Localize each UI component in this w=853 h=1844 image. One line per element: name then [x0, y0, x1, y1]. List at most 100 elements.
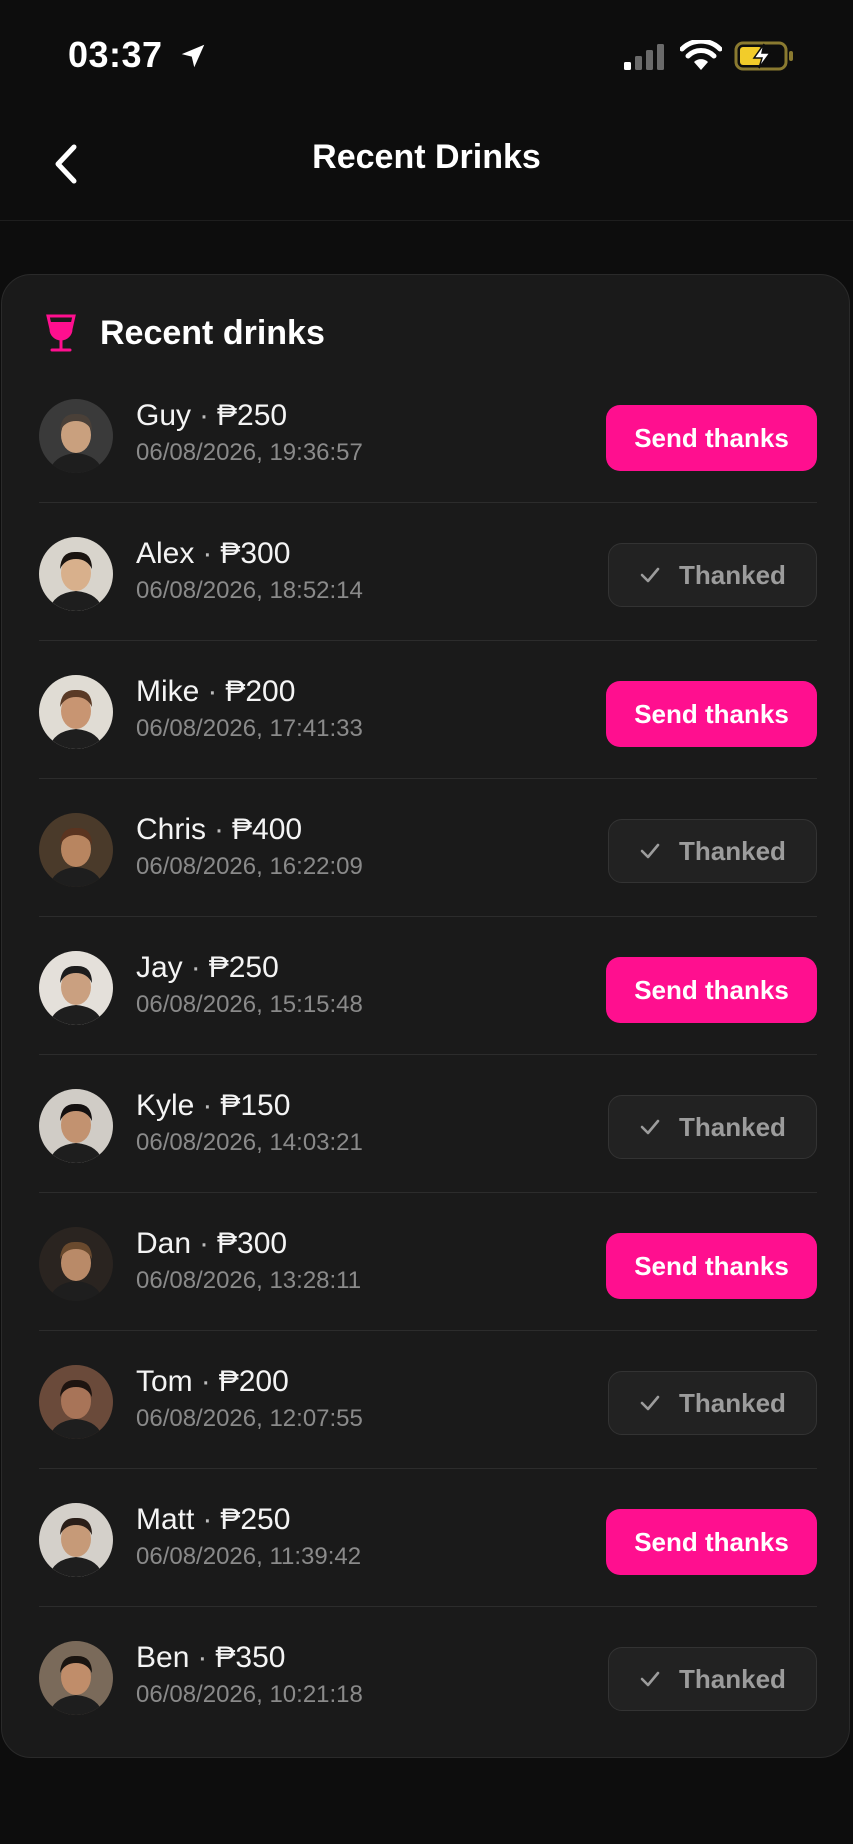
avatar-image — [39, 813, 113, 887]
avatar-image — [39, 1089, 113, 1163]
sender-name: Dan — [136, 1227, 192, 1260]
check-icon — [640, 843, 660, 859]
thanked-button[interactable]: Thanked — [608, 543, 817, 607]
separator-dot: · — [190, 951, 201, 984]
separator-dot: · — [200, 1365, 211, 1398]
drink-row: Ben · ₱350 06/08/2026, 10:21:18 Thanked — [39, 1607, 817, 1745]
check-icon — [640, 1395, 660, 1411]
check-icon — [640, 1119, 660, 1135]
separator-dot: · — [202, 1089, 213, 1122]
sender-name: Guy — [136, 399, 192, 432]
drink-title: Dan · ₱300 — [136, 1227, 287, 1261]
drink-timestamp: 06/08/2026, 10:21:18 — [136, 1681, 363, 1708]
separator-dot: · — [202, 537, 213, 570]
sender-name: Ben — [136, 1641, 190, 1674]
status-time: 03:37 — [68, 34, 163, 75]
drink-row: Alex · ₱300 06/08/2026, 18:52:14 Thanked — [39, 503, 817, 641]
drink-timestamp: 06/08/2026, 18:52:14 — [136, 577, 363, 604]
avatar — [39, 813, 113, 887]
drink-timestamp: 06/08/2026, 15:15:48 — [136, 991, 363, 1018]
drink-amount: ₱150 — [220, 1089, 291, 1122]
separator-dot: · — [199, 399, 210, 432]
send-thanks-button[interactable]: Send thanks — [606, 681, 817, 747]
sender-name: Mike — [136, 675, 200, 708]
drink-title: Alex · ₱300 — [136, 537, 290, 571]
drink-amount: ₱250 — [208, 951, 279, 984]
drink-amount: ₱250 — [217, 399, 288, 432]
send-thanks-button[interactable]: Send thanks — [606, 1509, 817, 1575]
battery-charging-icon — [734, 41, 793, 71]
separator-dot: · — [202, 1503, 213, 1536]
thanked-button[interactable]: Thanked — [608, 819, 817, 883]
check-icon — [640, 1671, 660, 1687]
avatar — [39, 1089, 113, 1163]
thanked-label: Thanked — [679, 1111, 786, 1142]
recent-drinks-card: Recent drinks Guy · ₱250 06/08/2026, 19:36… — [1, 274, 850, 1758]
sender-name: Chris — [136, 813, 207, 846]
drink-timestamp: 06/08/2026, 12:07:55 — [136, 1405, 363, 1432]
drink-timestamp: 06/08/2026, 17:41:33 — [136, 715, 363, 742]
drink-timestamp: 06/08/2026, 14:03:21 — [136, 1129, 363, 1156]
drink-row: Mike · ₱200 06/08/2026, 17:41:33 Send than… — [39, 641, 817, 779]
thanked-button[interactable]: Thanked — [608, 1095, 817, 1159]
separator-dot: · — [207, 675, 218, 708]
drink-amount: ₱300 — [220, 537, 291, 570]
drink-timestamp: 06/08/2026, 11:39:42 — [136, 1543, 362, 1570]
thanked-label: Thanked — [679, 835, 786, 866]
thanked-button[interactable]: Thanked — [608, 1371, 817, 1435]
drink-timestamp: 06/08/2026, 16:22:09 — [136, 853, 363, 880]
drinks-list: Guy · ₱250 06/08/2026, 19:36:57 Send thank… — [39, 365, 817, 1745]
page-title: Recent Drinks — [312, 138, 541, 176]
avatar-image — [39, 1365, 113, 1439]
card-title: Recent drinks — [100, 313, 325, 352]
signal-icon — [624, 44, 664, 70]
drink-row: Guy · ₱250 06/08/2026, 19:36:57 Send thank… — [39, 365, 817, 503]
avatar — [39, 399, 113, 473]
send-thanks-button[interactable]: Send thanks — [606, 957, 817, 1023]
drink-title: Mike · ₱200 — [136, 675, 295, 709]
sender-name: Tom — [136, 1365, 193, 1398]
wifi-icon — [680, 40, 722, 70]
avatar — [39, 1227, 113, 1301]
drink-row: Dan · ₱300 06/08/2026, 13:28:11 Send thank… — [39, 1193, 817, 1331]
drink-title: Jay · ₱250 — [136, 951, 279, 985]
drink-amount: ₱400 — [232, 813, 303, 846]
send-thanks-button[interactable]: Send thanks — [606, 405, 817, 471]
sender-name: Jay — [136, 951, 183, 984]
sender-name: Matt — [136, 1503, 195, 1536]
avatar-image — [39, 1503, 113, 1577]
thanked-label: Thanked — [679, 1663, 786, 1694]
nav-header: Recent Drinks — [0, 110, 853, 221]
thanked-button[interactable]: Thanked — [608, 1647, 817, 1711]
check-icon — [640, 567, 660, 583]
drink-timestamp: 06/08/2026, 19:36:57 — [136, 439, 363, 466]
separator-dot: · — [199, 1227, 210, 1260]
avatar-image — [39, 675, 113, 749]
drink-title: Kyle · ₱150 — [136, 1089, 290, 1123]
avatar — [39, 1641, 113, 1715]
drink-row: Jay · ₱250 06/08/2026, 15:15:48 Send thank… — [39, 917, 817, 1055]
send-thanks-button[interactable]: Send thanks — [606, 1233, 817, 1299]
drink-title: Tom · ₱200 — [136, 1365, 289, 1399]
thanked-label: Thanked — [679, 1387, 786, 1418]
avatar — [39, 675, 113, 749]
avatar — [39, 951, 113, 1025]
avatar — [39, 1365, 113, 1439]
drink-amount: ₱350 — [215, 1641, 286, 1674]
drink-row: Matt · ₱250 06/08/2026, 11:39:42 Send than… — [39, 1469, 817, 1607]
avatar-image — [39, 1227, 113, 1301]
thanked-label: Thanked — [679, 559, 786, 590]
drink-title: Matt · ₱250 — [136, 1503, 290, 1537]
drink-row: Chris · ₱400 06/08/2026, 16:22:09 Thanked — [39, 779, 817, 917]
drink-amount: ₱250 — [220, 1503, 291, 1536]
drink-amount: ₱200 — [225, 675, 296, 708]
drink-timestamp: 06/08/2026, 13:28:11 — [136, 1267, 362, 1294]
avatar-image — [39, 1641, 113, 1715]
sender-name: Alex — [136, 537, 195, 570]
wine-glass-icon — [46, 314, 76, 352]
drink-amount: ₱300 — [217, 1227, 288, 1260]
drink-title: Ben · ₱350 — [136, 1641, 285, 1675]
avatar-image — [39, 399, 113, 473]
avatar — [39, 1503, 113, 1577]
drink-amount: ₱200 — [218, 1365, 289, 1398]
